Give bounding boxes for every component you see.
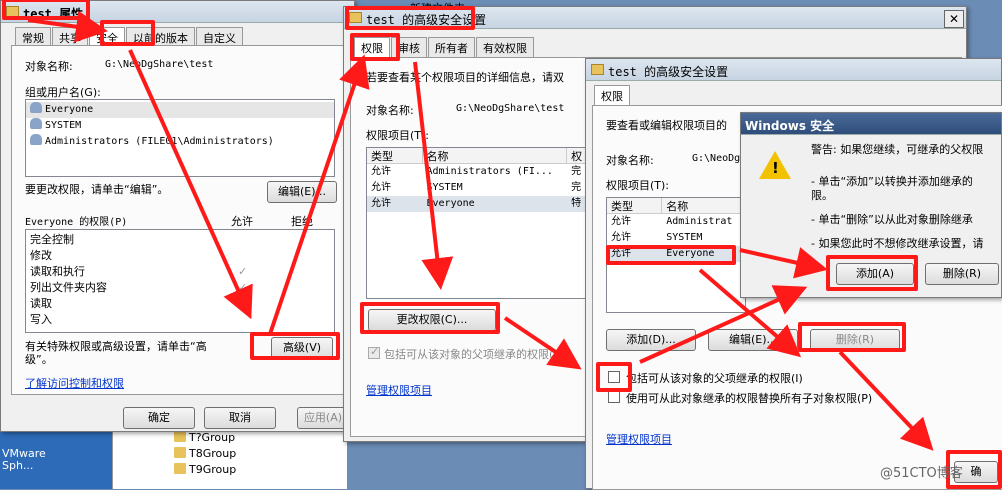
annotation-arrows bbox=[27, 10, 934, 451]
watermark: @51CTO博客 bbox=[880, 466, 963, 481]
